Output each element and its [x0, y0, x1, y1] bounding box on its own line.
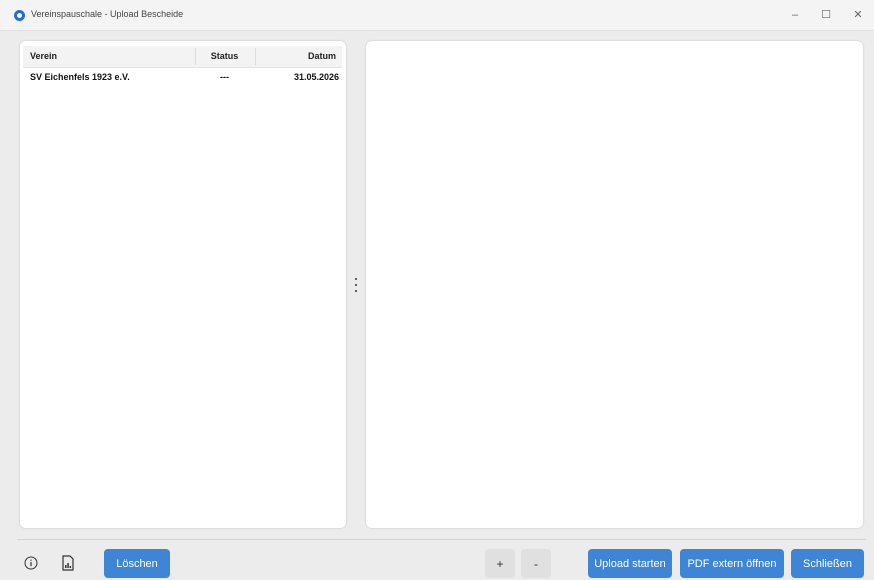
table-header: Verein Status Datum	[23, 46, 342, 68]
divider	[17, 539, 866, 540]
app-icon	[14, 10, 25, 21]
table-row[interactable]: SV Eichenfels 1923 e.V. --- 31.05.2026	[23, 69, 342, 86]
open-pdf-external-button[interactable]: PDF extern öffnen	[680, 549, 784, 578]
delete-button[interactable]: Löschen	[104, 549, 170, 578]
cell-status: ---	[220, 72, 229, 82]
report-icon[interactable]	[55, 550, 81, 576]
column-header-status[interactable]: Status	[195, 46, 254, 67]
minimize-button[interactable]: –	[785, 5, 805, 25]
column-header-verein[interactable]: Verein	[30, 46, 57, 67]
panel-splitter-handle[interactable]	[354, 276, 358, 296]
upload-start-button[interactable]: Upload starten	[588, 549, 672, 578]
pdf-preview-panel	[366, 41, 863, 528]
cell-datum: 31.05.2026	[293, 72, 339, 82]
column-header-datum[interactable]: Datum	[256, 46, 336, 67]
close-window-button[interactable]: ✕	[848, 5, 868, 25]
maximize-button[interactable]: ☐	[816, 5, 836, 25]
zoom-out-button[interactable]: -	[521, 549, 551, 578]
info-icon[interactable]	[18, 550, 44, 576]
zoom-in-button[interactable]: +	[485, 549, 515, 578]
close-button[interactable]: Schließen	[791, 549, 864, 578]
window-title: Vereinspauschale - Upload Bescheide	[31, 9, 184, 19]
bescheide-list-panel: Verein Status Datum SV Eichenfels 1923 e…	[20, 41, 346, 528]
title-bar: Vereinspauschale - Upload Bescheide – ☐ …	[0, 0, 874, 31]
cell-verein: SV Eichenfels 1923 e.V.	[30, 72, 130, 82]
